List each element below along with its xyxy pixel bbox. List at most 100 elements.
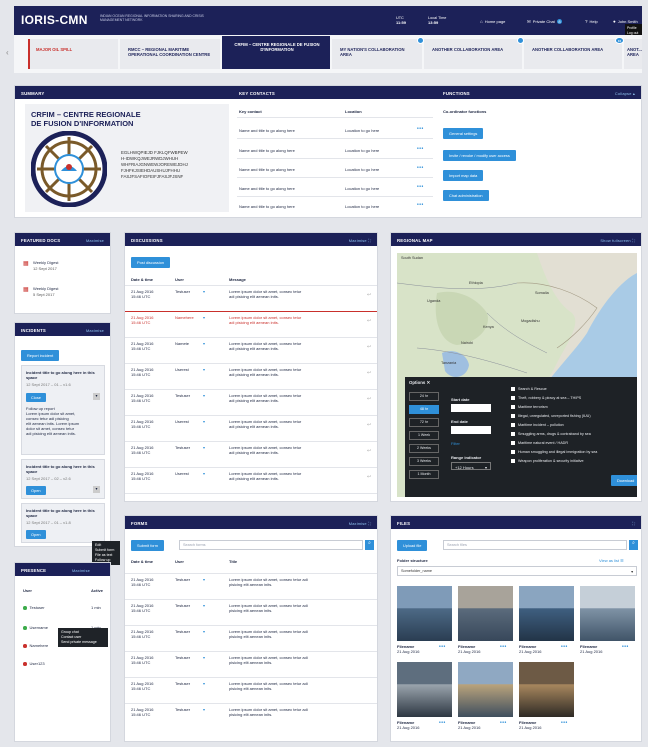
tab-crfim[interactable]: CRFIM – CENTRE REGIONALE DE FUSION D'INF…	[222, 36, 330, 69]
upload-file-button[interactable]: Upload file	[397, 540, 428, 551]
download-button[interactable]: Download	[611, 475, 637, 486]
presence-row[interactable]: Username	[23, 625, 48, 630]
user-access-button[interactable]: Invite / revoke / modify user access	[443, 150, 516, 161]
post-discussion-button[interactable]: Post discussion	[131, 257, 171, 268]
time-range-button[interactable]: 24 hr	[409, 392, 439, 401]
tab-my-nation[interactable]: MY NATION'S COLLABORATION AREA 1	[332, 37, 424, 69]
help-link[interactable]: ? Help	[585, 19, 598, 24]
presence-row[interactable]: Testuser	[23, 605, 45, 610]
reply-icon[interactable]: ↩	[367, 318, 371, 324]
more-icon[interactable]: •••	[439, 720, 446, 726]
tab-another-1[interactable]: ANOTHER COLLABORATION AREA 1	[424, 37, 524, 69]
row-user[interactable]: Userest	[175, 367, 189, 372]
row-user[interactable]: Testuser	[175, 707, 190, 712]
submit-form-button[interactable]: Submit form	[131, 540, 164, 551]
doc-name[interactable]: Weekly Digest	[33, 260, 59, 265]
chevron-down-icon[interactable]: ▾	[203, 577, 205, 582]
chevron-down-icon[interactable]: ▾	[203, 445, 205, 450]
view-as-list-link[interactable]: View as list ☰	[599, 558, 624, 563]
presence-row[interactable]: Namehere	[23, 643, 48, 648]
chevron-down-icon[interactable]: ▾	[203, 367, 205, 372]
chevron-down-icon[interactable]: ▾	[203, 629, 205, 634]
filter-link[interactable]: Filter	[451, 441, 460, 446]
category-checkbox[interactable]: Maritime incident – pollution	[511, 423, 564, 428]
more-icon[interactable]: •••	[622, 644, 629, 650]
chevron-down-icon[interactable]: ▾	[93, 393, 100, 400]
category-checkbox[interactable]: Maritime terrorism	[511, 405, 548, 410]
reply-icon[interactable]: ↩	[367, 396, 371, 402]
more-icon[interactable]: •••	[417, 202, 424, 208]
category-checkbox[interactable]: Illegal, unregulated, unreported fishing…	[511, 414, 591, 419]
file-thumbnail[interactable]	[397, 662, 452, 717]
general-settings-button[interactable]: General settings	[443, 128, 484, 139]
chevron-down-icon[interactable]: ▾	[203, 419, 205, 424]
incident-toggle-button[interactable]: Close	[26, 393, 46, 402]
chevron-down-icon[interactable]: ▾	[203, 707, 205, 712]
private-chat-link[interactable]: ✉ Private Chat 8	[527, 19, 563, 25]
row-user[interactable]: Namehere	[175, 315, 194, 320]
row-user[interactable]: Testuser	[175, 655, 190, 660]
doc-name[interactable]: Weekly Digest	[33, 286, 59, 291]
report-incident-button[interactable]: Report incident	[21, 350, 60, 361]
category-checkbox[interactable]: Theft, robbery & piracy at sea – THIPS	[511, 396, 581, 401]
files-search-input[interactable]: Search files	[443, 540, 627, 550]
category-checkbox[interactable]: Maritime natural event / HADR	[511, 441, 568, 446]
incident-card[interactable]: Incident title to go along here in this …	[21, 503, 105, 543]
more-icon[interactable]: •••	[561, 720, 568, 726]
maximise-link[interactable]: Maximise	[86, 238, 104, 243]
row-user[interactable]: Testuser	[175, 393, 190, 398]
maximise-icon[interactable]: ⛶	[632, 521, 635, 526]
reply-icon[interactable]: ↩	[367, 370, 371, 376]
incident-card[interactable]: Incident title to go along here in this …	[21, 365, 105, 455]
file-thumbnail[interactable]	[397, 586, 452, 641]
reply-icon[interactable]: ↩	[367, 292, 371, 298]
search-icon[interactable]: ⌕	[629, 540, 638, 550]
more-icon[interactable]: •••	[417, 146, 424, 152]
time-range-button[interactable]: 48 hr	[409, 405, 439, 414]
chevron-down-icon[interactable]: ▾	[203, 341, 205, 346]
time-range-button[interactable]: 1 Month	[409, 470, 439, 479]
row-user[interactable]: Userest	[175, 419, 189, 424]
chat-admin-button[interactable]: Chat administration	[443, 190, 489, 201]
category-checkbox[interactable]: Search & Rescue	[511, 387, 547, 392]
row-user[interactable]: Testuser	[175, 289, 190, 294]
collapse-link[interactable]: Collapse ▴	[615, 91, 635, 96]
category-checkbox[interactable]: Smuggling arms, drugs & contraband by se…	[511, 432, 591, 437]
time-range-button[interactable]: 3 Weeks	[409, 457, 439, 466]
incident-card[interactable]: Incident title to go along here in this …	[21, 459, 105, 499]
file-thumbnail[interactable]	[519, 662, 574, 717]
more-icon[interactable]: •••	[500, 644, 507, 650]
chevron-left-icon[interactable]: ‹	[6, 48, 9, 57]
tab-major-oil-spill[interactable]: MAJOR OIL SPILL	[28, 39, 118, 69]
more-icon[interactable]: •••	[417, 126, 424, 132]
row-user[interactable]: Testuser	[175, 577, 190, 582]
row-user[interactable]: Userest	[175, 471, 189, 476]
maximise-link[interactable]: Maximise	[86, 328, 104, 333]
file-thumbnail[interactable]	[580, 586, 635, 641]
tab-rmcc[interactable]: RMCC – REGIONAL MARITIME OPERATIONAL COO…	[120, 39, 220, 69]
presence-row[interactable]: User123	[23, 661, 45, 666]
category-checkbox[interactable]: Weapon proliferation & security initiati…	[511, 459, 584, 464]
chevron-down-icon[interactable]: ▾	[203, 655, 205, 660]
app-logo[interactable]: IORIS-CMN	[21, 13, 88, 27]
options-label[interactable]: Options ✕	[409, 380, 430, 386]
file-thumbnail[interactable]	[458, 662, 513, 717]
tab-another-3[interactable]: ANOT... AREA	[624, 39, 642, 69]
tab-another-2[interactable]: ANOTHER COLLABORATION AREA 10	[524, 37, 624, 69]
time-range-button[interactable]: 72 hr	[409, 418, 439, 427]
time-range-button[interactable]: 1 Week	[409, 431, 439, 440]
more-icon[interactable]: •••	[500, 720, 507, 726]
map-canvas[interactable]: South Sudan Somalia Ethiopia Kenya Ugand…	[397, 253, 637, 497]
row-user[interactable]: Testuser	[175, 629, 190, 634]
chevron-down-icon[interactable]: ▾	[93, 486, 100, 493]
folder-select[interactable]: Somefolder_name ▾	[397, 566, 637, 576]
more-icon[interactable]: •••	[417, 184, 424, 190]
maximise-link[interactable]: Maximise ⛶	[349, 238, 371, 243]
row-user[interactable]: Testuser	[175, 445, 190, 450]
chevron-down-icon[interactable]: ▾	[203, 471, 205, 476]
category-checkbox[interactable]: Human smuggling and illegal immigration …	[511, 450, 597, 455]
menu-item-private-message[interactable]: Send private message	[61, 640, 105, 645]
reply-icon[interactable]: ↩	[367, 474, 371, 480]
incident-toggle-button[interactable]: Open	[26, 530, 46, 539]
row-user[interactable]: Testuser	[175, 603, 190, 608]
